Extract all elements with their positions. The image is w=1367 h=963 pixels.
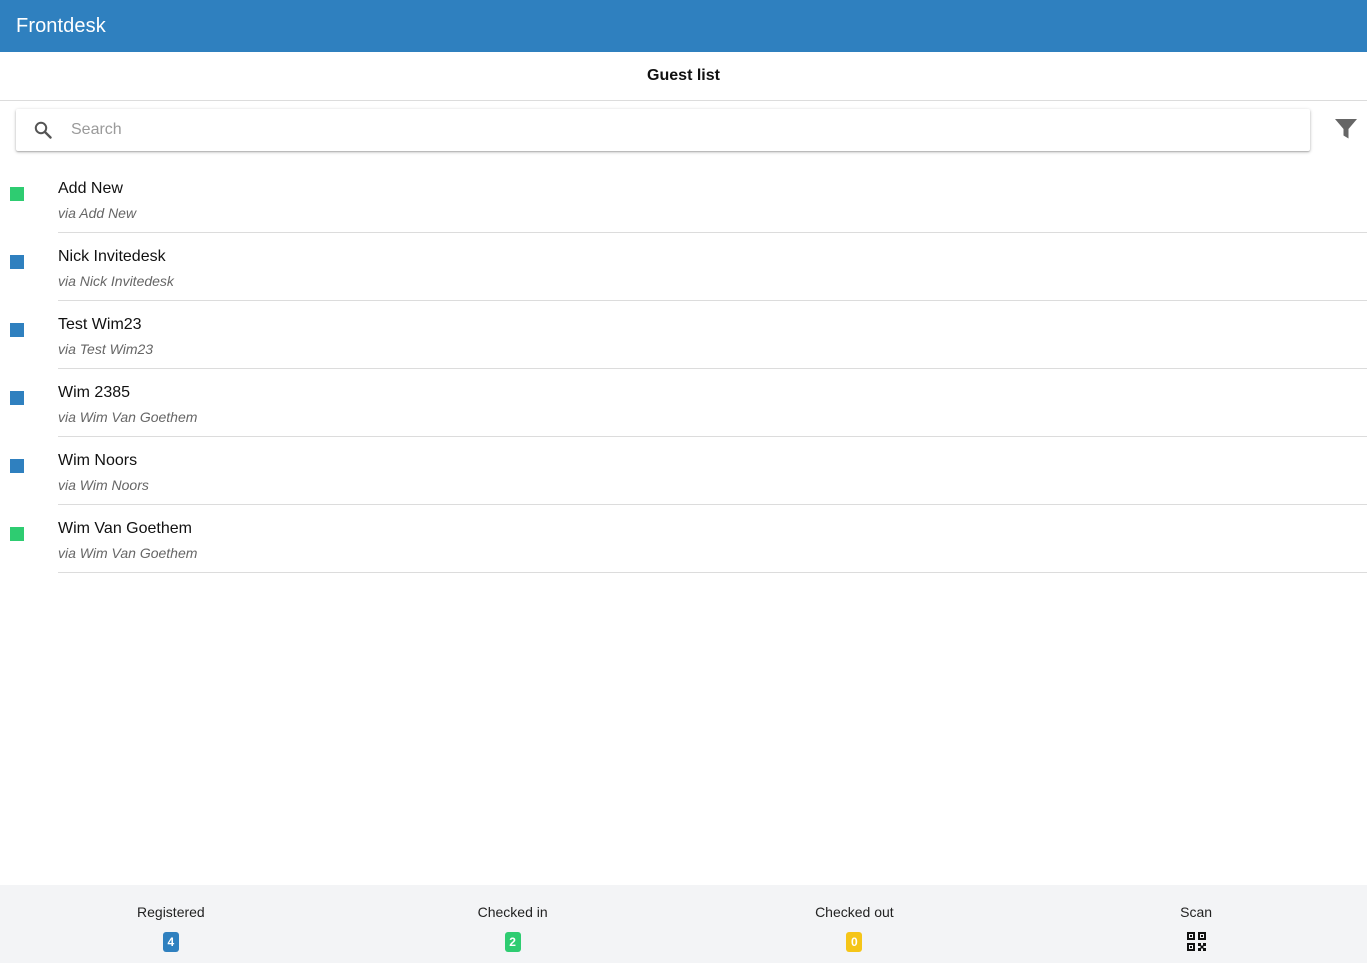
tab-checked-out[interactable]: Checked out 0	[684, 885, 1026, 963]
frontdesk-app: Frontdesk Guest list Add New via Add New	[0, 0, 1367, 963]
guest-name: Nick Invitedesk	[58, 248, 166, 265]
tab-checked-in[interactable]: Checked in 2	[342, 885, 684, 963]
guest-source: via Wim Van Goethem	[58, 545, 198, 561]
guest-list-item[interactable]: Wim Noors via Wim Noors	[0, 437, 1367, 505]
search-bar	[16, 109, 1310, 151]
guest-source: via Wim Noors	[58, 477, 149, 493]
guest-item-content: Add New via Add New	[58, 165, 1367, 233]
guest-item-content: Test Wim23 via Test Wim23	[58, 301, 1367, 369]
guest-list-item[interactable]: Wim 2385 via Wim Van Goethem	[0, 369, 1367, 437]
guest-source: via Test Wim23	[58, 341, 154, 357]
guest-source: via Nick Invitedesk	[58, 273, 174, 289]
search-input[interactable]	[71, 110, 1271, 150]
guest-list-item[interactable]: Nick Invitedesk via Nick Invitedesk	[0, 233, 1367, 301]
guest-name: Add New	[58, 180, 123, 197]
guest-name: Test Wim23	[58, 316, 142, 333]
guest-source: via Add New	[58, 205, 137, 221]
guest-item-content: Nick Invitedesk via Nick Invitedesk	[58, 233, 1367, 301]
checked-in-count-badge: 2	[504, 932, 521, 952]
guest-name: Wim 2385	[58, 384, 131, 401]
guest-name: Wim Van Goethem	[58, 520, 192, 537]
bottom-navigation: Registered 4 Checked in 2 Checked out 0 …	[0, 885, 1367, 963]
guest-source: via Wim Van Goethem	[58, 409, 198, 425]
guest-item-content: Wim Van Goethem via Wim Van Goethem	[58, 505, 1367, 573]
guest-name: Wim Noors	[58, 452, 138, 469]
filter-icon	[1334, 118, 1358, 145]
page-header: Guest list	[0, 52, 1367, 101]
guest-list-item[interactable]: Add New via Add New	[0, 165, 1367, 233]
guest-item-content: Wim 2385 via Wim Van Goethem	[58, 369, 1367, 437]
tab-label: Checked in	[477, 904, 548, 920]
guest-list-item[interactable]: Wim Van Goethem via Wim Van Goethem	[0, 505, 1367, 573]
checked-out-count-badge: 0	[846, 932, 863, 952]
status-indicator	[10, 527, 24, 541]
guest-item-content: Wim Noors via Wim Noors	[58, 437, 1367, 505]
tab-scan[interactable]: Scan	[1025, 885, 1367, 963]
status-indicator	[10, 255, 24, 269]
filter-button[interactable]	[1332, 117, 1360, 145]
status-indicator	[10, 323, 24, 337]
tab-label: Scan	[1180, 904, 1213, 920]
tab-registered[interactable]: Registered 4	[0, 885, 342, 963]
status-indicator	[10, 187, 24, 201]
guest-list: Add New via Add New Nick Invitedesk via …	[0, 165, 1367, 573]
status-indicator	[10, 391, 24, 405]
qr-code-icon	[1186, 932, 1206, 951]
top-app-bar: Frontdesk	[0, 0, 1367, 52]
tab-label: Checked out	[815, 904, 894, 920]
tab-label: Registered	[137, 904, 205, 920]
guest-list-item[interactable]: Test Wim23 via Test Wim23	[0, 301, 1367, 369]
app-title: Frontdesk	[16, 14, 106, 37]
registered-count-badge: 4	[162, 932, 179, 952]
search-icon	[34, 121, 52, 139]
page-title: Guest list	[647, 67, 720, 84]
status-indicator	[10, 459, 24, 473]
